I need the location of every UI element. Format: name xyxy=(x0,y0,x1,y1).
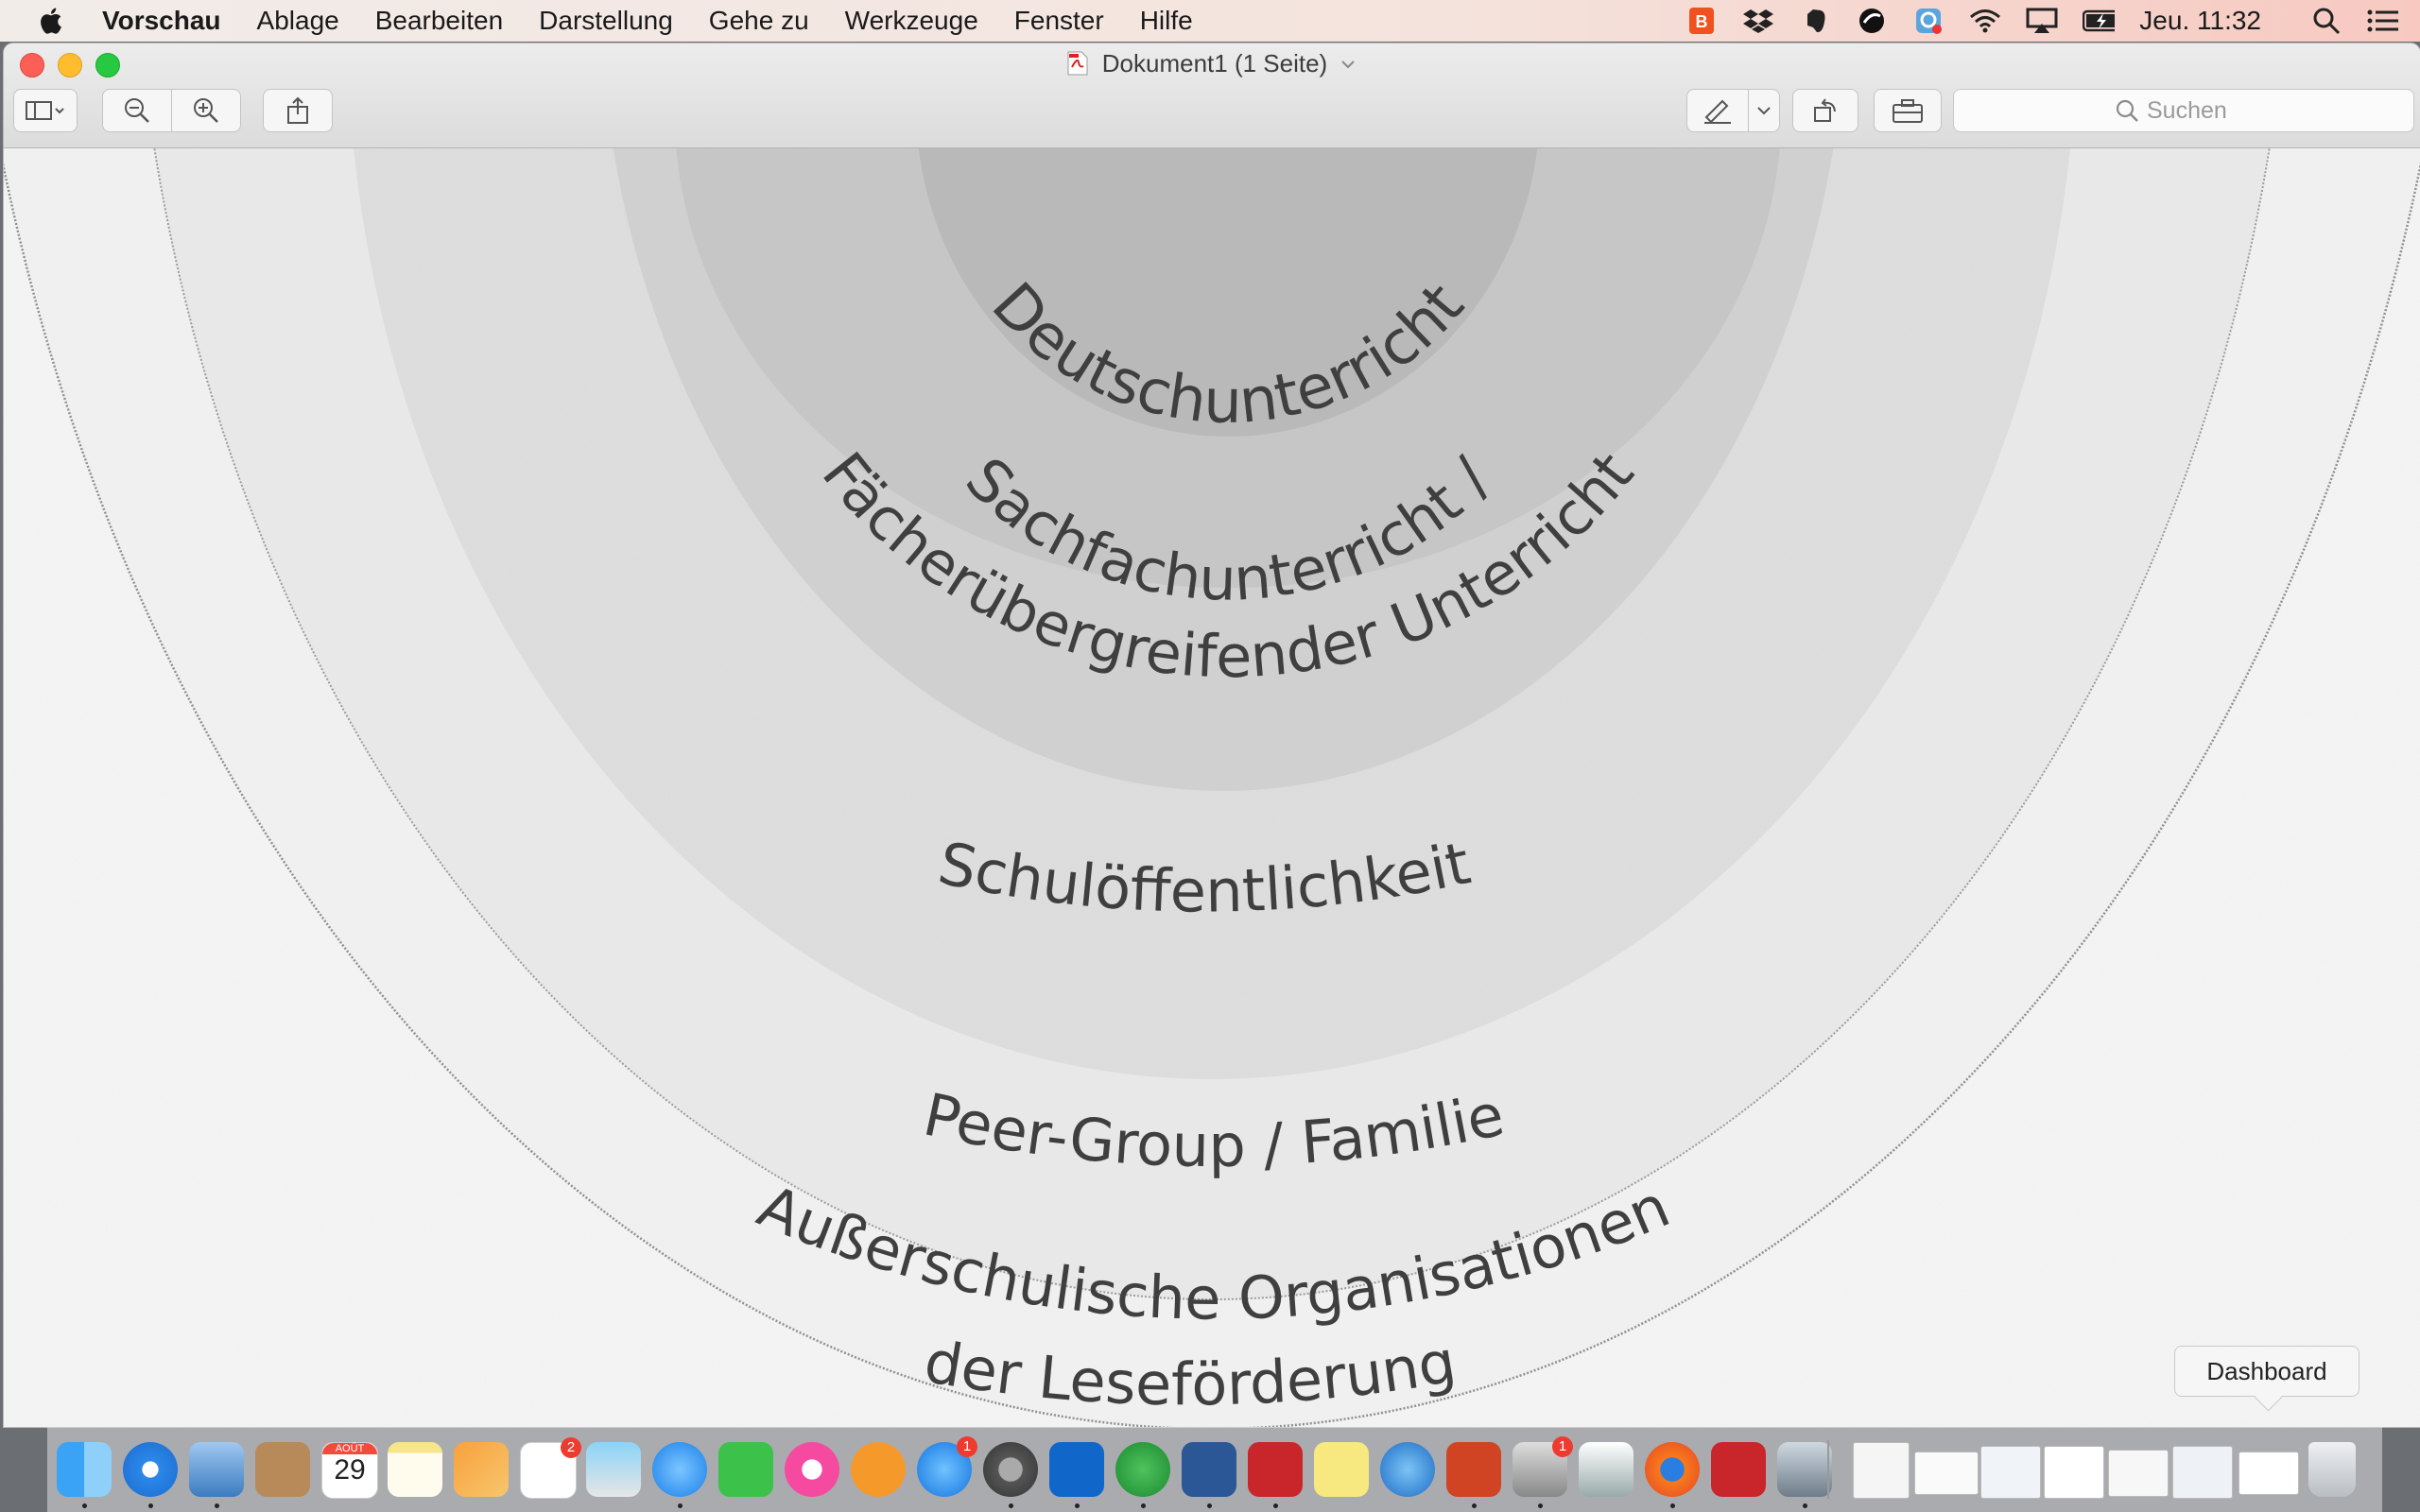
brave-icon[interactable]: B xyxy=(1685,7,1718,35)
menu-clock[interactable]: Jeu. 11:32 xyxy=(2139,6,2261,36)
rotate-icon xyxy=(1814,98,1836,122)
pen-icon xyxy=(1704,99,1731,124)
toolbox-button[interactable] xyxy=(1874,89,1942,132)
share-icon xyxy=(287,96,308,124)
markup-menu-button[interactable] xyxy=(1748,89,1780,132)
network-icon[interactable] xyxy=(1912,7,1945,35)
zoom-in-icon xyxy=(194,98,218,123)
markup-pen-button[interactable] xyxy=(1686,89,1749,132)
title-bar: Dokument1 (1 Seite) xyxy=(4,43,2420,148)
window-title-text: Dokument1 (1 Seite) xyxy=(1101,49,1328,77)
calendar-month: AOÛT xyxy=(322,1443,377,1454)
zoom-in-button[interactable] xyxy=(171,89,241,132)
menu-gehe-zu[interactable]: Gehe zu xyxy=(709,6,809,36)
dock: AOÛT 29 2 1 1 xyxy=(47,1427,2382,1512)
printer-icon[interactable]: 1 xyxy=(1512,1436,1573,1508)
preview-alert-badge: 1 xyxy=(1552,1436,1573,1457)
pdf-file-icon xyxy=(1067,51,1088,76)
window-title[interactable]: Dokument1 (1 Seite) xyxy=(4,49,2420,78)
preview-app-icon[interactable] xyxy=(189,1442,244,1508)
contacts-icon[interactable] xyxy=(255,1442,310,1497)
dropbox-icon[interactable] xyxy=(1742,7,1774,35)
battery-icon[interactable] xyxy=(2083,7,2116,35)
menu-werkzeuge[interactable]: Werkzeuge xyxy=(845,6,978,36)
notes-icon[interactable] xyxy=(388,1442,442,1497)
menu-app-name[interactable]: Vorschau xyxy=(102,6,221,36)
sync-icon[interactable] xyxy=(1856,7,1888,35)
document-thumb-icon[interactable] xyxy=(1853,1442,1910,1499)
concentric-circle-diagram: Deutschunterricht Sachfachunterricht / F… xyxy=(4,148,2420,1427)
search-icon xyxy=(2116,99,2138,122)
preview-window: Dokument1 (1 Seite) Suchen Deutschunterr… xyxy=(4,43,2420,1427)
app-store-badge: 1 xyxy=(957,1436,977,1457)
menu-ablage[interactable]: Ablage xyxy=(257,6,339,36)
calendar-day: 29 xyxy=(334,1454,366,1486)
search-field[interactable] xyxy=(1953,89,2414,132)
document-view[interactable]: Deutschunterricht Sachfachunterricht / F… xyxy=(4,148,2420,1427)
toolbox-icon xyxy=(1893,99,1923,123)
document-thumb-icon[interactable] xyxy=(1914,1452,1979,1495)
zoom-out-button[interactable] xyxy=(102,89,172,132)
zoom-out-icon xyxy=(125,98,149,123)
dock-tooltip: Dashboard xyxy=(2174,1346,2360,1412)
safari-icon[interactable] xyxy=(123,1442,178,1508)
dashboard-icon[interactable] xyxy=(1380,1442,1435,1497)
reminders-icon[interactable]: 2 xyxy=(520,1437,581,1499)
document-thumb-icon[interactable] xyxy=(2044,1446,2104,1499)
firefox-icon[interactable] xyxy=(1645,1442,1700,1508)
dock-tooltip-text: Dashboard xyxy=(2206,1356,2327,1385)
dictionary-icon[interactable] xyxy=(1579,1442,1634,1497)
chevron-down-icon[interactable] xyxy=(1340,59,1357,70)
ibooks-icon[interactable] xyxy=(851,1442,906,1497)
document-thumb-icon[interactable] xyxy=(2108,1450,2169,1497)
menu-darstellung[interactable]: Darstellung xyxy=(539,6,673,36)
airplay-icon[interactable] xyxy=(2026,7,2058,35)
zotero-icon[interactable] xyxy=(1248,1442,1303,1508)
notification-center-icon[interactable] xyxy=(2367,7,2399,35)
messages-icon[interactable] xyxy=(652,1442,707,1508)
image-capture-icon[interactable] xyxy=(1777,1442,1832,1508)
wifi-icon[interactable] xyxy=(1969,7,2001,35)
document-thumb-icon[interactable] xyxy=(2172,1446,2233,1499)
finder-icon[interactable] xyxy=(57,1442,112,1508)
document-thumb-icon[interactable] xyxy=(2238,1452,2299,1495)
app-store-icon[interactable]: 1 xyxy=(917,1436,977,1497)
stickies-icon[interactable] xyxy=(1314,1442,1369,1497)
sidebar-icon xyxy=(26,101,64,120)
outlook-icon[interactable] xyxy=(1049,1442,1104,1508)
pages-icon[interactable] xyxy=(454,1442,509,1497)
share-button[interactable] xyxy=(263,89,333,132)
menu-bearbeiten[interactable]: Bearbeiten xyxy=(375,6,503,36)
trash-icon[interactable] xyxy=(2308,1442,2356,1497)
document-thumb-icon[interactable] xyxy=(1980,1446,2041,1499)
menu-bar: Vorschau Ablage Bearbeiten Darstellung G… xyxy=(0,0,2420,42)
dock-separator xyxy=(1827,1440,1829,1499)
word-icon[interactable] xyxy=(1182,1442,1236,1508)
reminders-badge: 2 xyxy=(561,1437,581,1458)
apple-menu-icon[interactable] xyxy=(36,5,68,37)
system-preferences-icon[interactable] xyxy=(983,1442,1038,1508)
spotlight-icon[interactable] xyxy=(2310,7,2342,35)
zotero-alt-icon[interactable] xyxy=(1711,1442,1766,1497)
photo-icon[interactable] xyxy=(586,1442,641,1497)
svg-text:B: B xyxy=(1696,12,1708,31)
menu-hilfe[interactable]: Hilfe xyxy=(1140,6,1193,36)
sidebar-toggle-button[interactable] xyxy=(13,89,78,132)
rotate-button[interactable] xyxy=(1792,89,1858,132)
itunes-icon[interactable] xyxy=(785,1442,839,1497)
powerpoint-icon[interactable] xyxy=(1446,1442,1501,1508)
calendar-icon[interactable]: AOÛT 29 xyxy=(321,1442,378,1499)
evernote-icon[interactable] xyxy=(1115,1442,1170,1508)
evernote-icon[interactable] xyxy=(1799,7,1831,35)
chevron-down-icon xyxy=(1757,107,1771,115)
menu-fenster[interactable]: Fenster xyxy=(1014,6,1104,36)
search-input[interactable] xyxy=(2145,95,2253,126)
facetime-icon[interactable] xyxy=(718,1442,773,1497)
